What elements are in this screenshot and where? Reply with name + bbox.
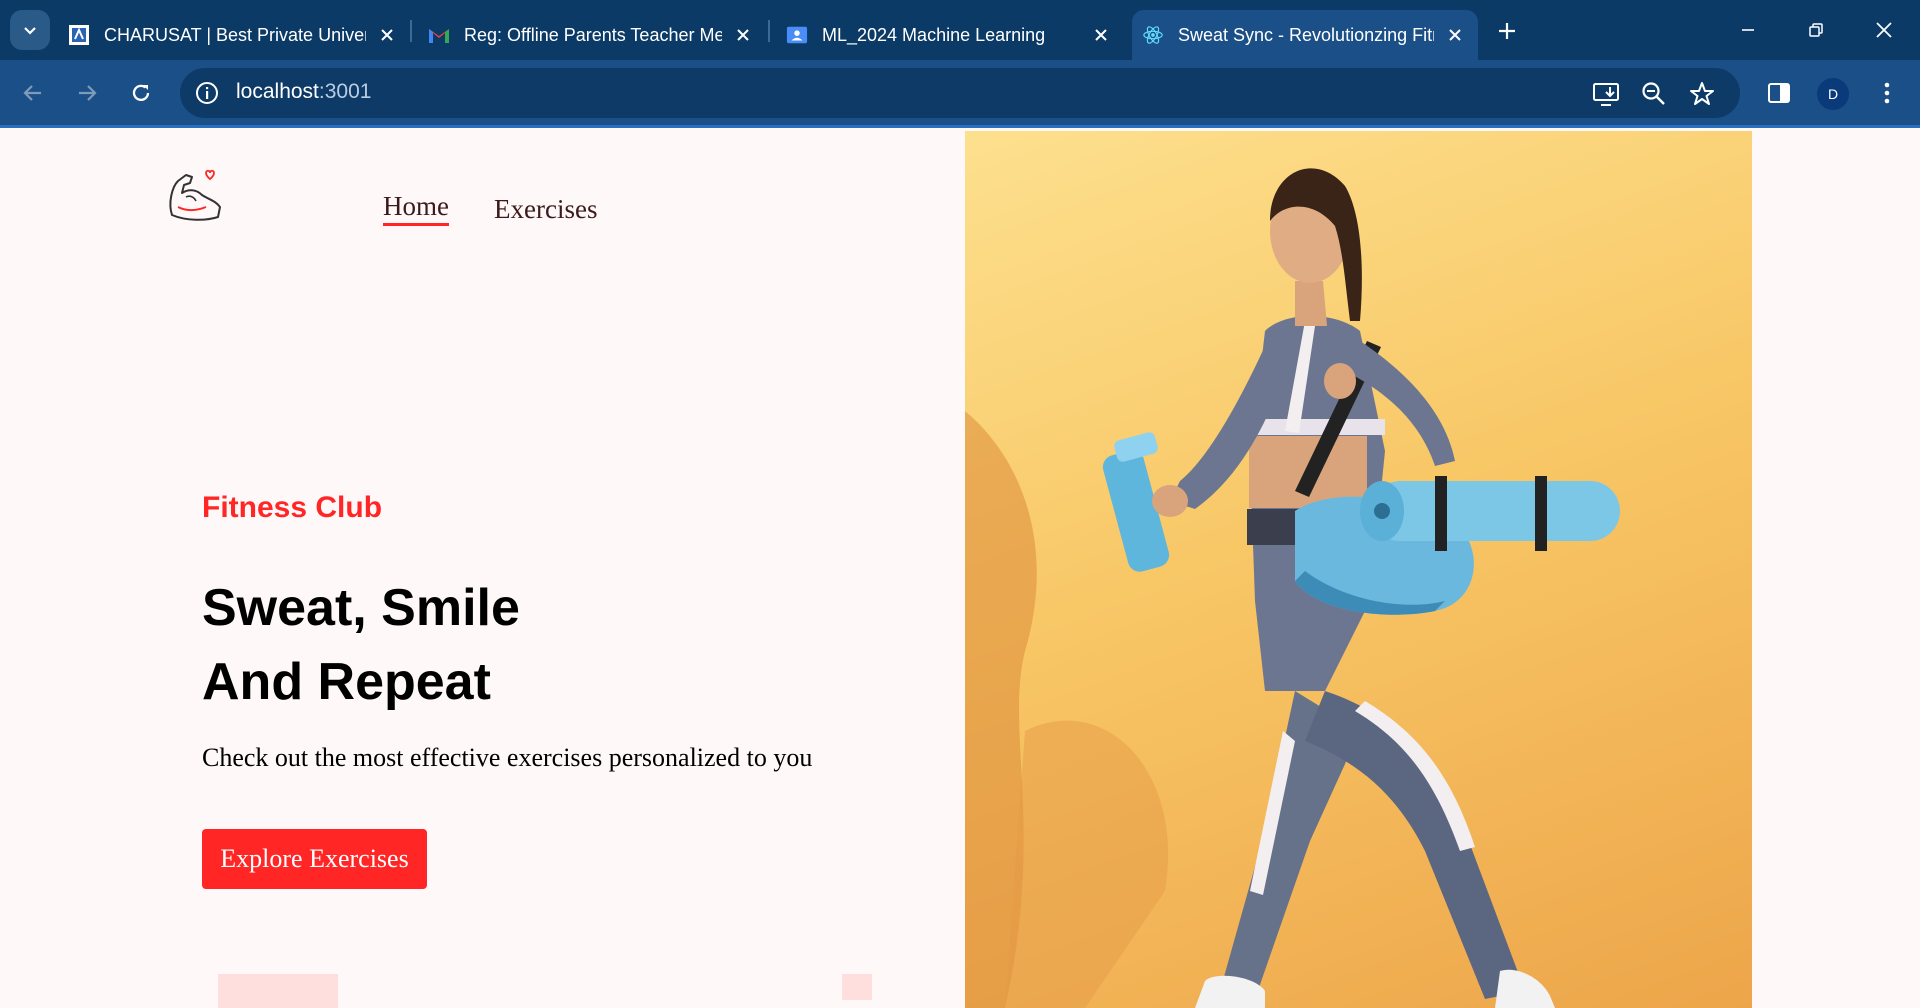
tab-separator	[768, 20, 770, 42]
close-tab-icon[interactable]	[376, 24, 398, 46]
decorative-shape	[842, 974, 872, 1000]
hero-headline-line-2: And Repeat	[202, 653, 491, 711]
url-host: localhost	[236, 80, 319, 103]
tab-title: Sweat Sync - Revolutionzing Fitr	[1178, 24, 1434, 45]
close-tab-icon[interactable]	[732, 24, 754, 46]
decorative-shape	[218, 974, 338, 1008]
tab-search-button[interactable]	[10, 10, 50, 50]
bookmark-button[interactable]	[1688, 80, 1716, 108]
forward-button[interactable]	[70, 76, 104, 110]
tab-charusat[interactable]: CHARUSAT | Best Private Univer	[68, 10, 398, 60]
tab-title: ML_2024 Machine Learning	[822, 24, 1046, 45]
profile-avatar[interactable]: D	[1817, 78, 1849, 110]
browser-tab-bar: CHARUSAT | Best Private Univer Reg: Offl…	[0, 0, 1920, 60]
classroom-icon	[786, 24, 808, 46]
gmail-icon	[428, 24, 450, 46]
tab-separator	[410, 20, 412, 42]
browser-menu-button[interactable]	[1872, 78, 1902, 108]
tab-title: CHARUSAT | Best Private Univer	[104, 24, 366, 45]
site-info-icon[interactable]	[194, 80, 220, 106]
plus-icon	[1499, 23, 1515, 39]
tab-sweat-sync[interactable]: Sweat Sync - Revolutionzing Fitr	[1132, 10, 1478, 60]
flexed-arm-heart-icon	[169, 169, 221, 221]
nav-link-home[interactable]: Home	[383, 191, 449, 226]
zoom-out-icon	[1642, 82, 1665, 105]
star-icon	[1690, 82, 1714, 105]
logo[interactable]	[166, 167, 224, 223]
restore-button[interactable]	[1800, 14, 1832, 46]
hero-headline-line-1: Sweat, Smile	[202, 579, 520, 637]
hero-headline: Sweat, Smile And Repeat	[202, 571, 520, 719]
chevron-down-icon	[24, 27, 36, 35]
close-tab-icon[interactable]	[1090, 24, 1112, 46]
charusat-favicon-icon	[68, 24, 90, 46]
reload-button[interactable]	[124, 76, 158, 110]
tab-classroom[interactable]: ML_2024 Machine Learning	[786, 10, 1112, 60]
url-port: :3001	[318, 80, 372, 103]
athlete-illustration	[965, 168, 1620, 1008]
arrow-right-icon	[79, 85, 97, 101]
side-panel-icon	[1768, 83, 1790, 103]
hero-kicker: Fitness Club	[202, 491, 383, 524]
arrow-left-icon	[23, 85, 41, 101]
zoom-button[interactable]	[1640, 80, 1668, 108]
close-tab-icon[interactable]	[1444, 24, 1466, 46]
hero-banner-image	[965, 131, 1752, 1008]
more-vert-icon	[1884, 82, 1890, 104]
install-app-icon	[1593, 83, 1619, 106]
tab-gmail[interactable]: Reg: Offline Parents Teacher Me	[428, 10, 754, 60]
install-app-button[interactable]	[1592, 80, 1620, 108]
close-icon	[1876, 22, 1892, 38]
back-button[interactable]	[16, 76, 50, 110]
side-panel-button[interactable]	[1764, 78, 1794, 108]
page-content: Home Exercises Fitness Club Sweat, Smile…	[0, 131, 1920, 1008]
tab-title: Reg: Offline Parents Teacher Me	[464, 24, 722, 45]
close-window-button[interactable]	[1868, 14, 1900, 46]
explore-exercises-button[interactable]: Explore Exercises	[202, 829, 427, 889]
address-bar[interactable]: localhost:3001	[180, 68, 1740, 118]
reload-icon	[132, 84, 150, 101]
restore-icon	[1809, 23, 1823, 37]
url-text[interactable]: localhost:3001	[236, 80, 371, 104]
minimize-icon	[1742, 29, 1754, 31]
browser-toolbar: localhost:3001 D	[0, 60, 1920, 128]
nav-link-exercises[interactable]: Exercises	[494, 194, 597, 225]
minimize-button[interactable]	[1732, 14, 1764, 46]
new-tab-button[interactable]	[1492, 16, 1522, 46]
hero-subtext: Check out the most effective exercises p…	[202, 743, 813, 772]
react-icon	[1142, 24, 1164, 46]
